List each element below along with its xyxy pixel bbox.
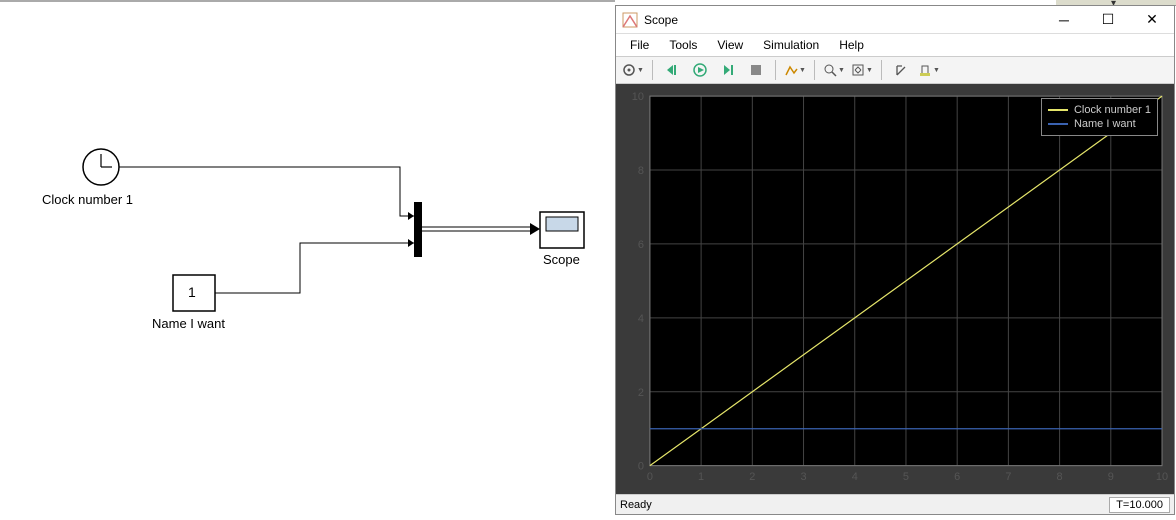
app-icon	[622, 12, 638, 28]
toolbar: ▼ ▼ ▼ ▼ ▼	[616, 56, 1174, 84]
autoscale-icon	[851, 63, 865, 77]
svg-text:6: 6	[954, 471, 960, 483]
legend-row-1: Clock number 1	[1048, 103, 1151, 117]
legend-text-1: Clock number 1	[1074, 104, 1151, 116]
svg-text:2: 2	[638, 387, 644, 399]
stop-icon	[749, 63, 763, 77]
stop-button[interactable]	[743, 59, 769, 81]
menu-tools[interactable]: Tools	[661, 36, 705, 54]
svg-text:6: 6	[638, 239, 644, 251]
svg-text:0: 0	[647, 471, 653, 483]
autoscale-button[interactable]: ▼	[849, 59, 875, 81]
step-back-button[interactable]	[659, 59, 685, 81]
step-fwd-icon	[721, 63, 735, 77]
menu-help[interactable]: Help	[831, 36, 872, 54]
model-diagram	[0, 2, 615, 517]
sim-time: T=10.000	[1109, 497, 1170, 513]
signal-icon	[784, 63, 798, 77]
svg-text:4: 4	[852, 471, 858, 483]
svg-text:5: 5	[903, 471, 909, 483]
legend-swatch-2	[1048, 123, 1068, 125]
run-button[interactable]	[687, 59, 713, 81]
svg-text:4: 4	[638, 313, 644, 325]
chart: 0 1 2 3 4 5 6 7 8 9 10 0 2 4 6 8 10	[622, 90, 1168, 488]
scope-block-label[interactable]: Scope	[543, 252, 580, 267]
menu-view[interactable]: View	[709, 36, 751, 54]
minimize-button[interactable]: ─	[1042, 6, 1086, 34]
measure-button[interactable]	[888, 59, 914, 81]
separator	[652, 60, 653, 80]
clock-block	[83, 149, 119, 185]
separator	[814, 60, 815, 80]
separator	[775, 60, 776, 80]
statusbar: Ready T=10.000	[616, 494, 1174, 514]
gear-icon	[622, 63, 636, 77]
legend-row-2: Name I want	[1048, 117, 1151, 131]
titlebar[interactable]: Scope ─ ☐ ✕	[616, 6, 1174, 34]
svg-text:10: 10	[632, 91, 644, 103]
svg-text:9: 9	[1108, 471, 1114, 483]
constant-value[interactable]: 1	[188, 284, 196, 300]
window-title: Scope	[644, 13, 1042, 27]
mux-block	[414, 202, 422, 257]
status-text: Ready	[620, 499, 1109, 511]
svg-text:7: 7	[1005, 471, 1011, 483]
highlight-button[interactable]: ▼	[782, 59, 808, 81]
svg-text:2: 2	[749, 471, 755, 483]
clock-label[interactable]: Clock number 1	[42, 192, 133, 207]
separator	[881, 60, 882, 80]
close-button[interactable]: ✕	[1130, 6, 1174, 34]
svg-text:3: 3	[800, 471, 806, 483]
triggers-button[interactable]: ▼	[916, 59, 942, 81]
simulink-canvas[interactable]: Clock number 1 1 Name I want Scope	[0, 0, 615, 515]
scope-window: Scope ─ ☐ ✕ File Tools View Simulation H…	[615, 5, 1175, 515]
legend-swatch-1	[1048, 109, 1068, 111]
scope-block	[540, 212, 584, 248]
step-back-icon	[665, 63, 679, 77]
plot-area[interactable]: 0 1 2 3 4 5 6 7 8 9 10 0 2 4 6 8 10 Clock number 1 Name …	[616, 84, 1174, 494]
menu-simulation[interactable]: Simulation	[755, 36, 827, 54]
settings-button[interactable]: ▼	[620, 59, 646, 81]
step-fwd-button[interactable]	[715, 59, 741, 81]
maximize-button[interactable]: ☐	[1086, 6, 1130, 34]
play-icon	[693, 63, 707, 77]
marker-icon	[918, 63, 932, 77]
menubar: File Tools View Simulation Help	[616, 34, 1174, 56]
zoom-button[interactable]: ▼	[821, 59, 847, 81]
svg-text:10: 10	[1156, 471, 1168, 483]
legend[interactable]: Clock number 1 Name I want	[1041, 98, 1158, 136]
svg-text:8: 8	[1057, 471, 1063, 483]
cursor-icon	[894, 63, 908, 77]
constant-label[interactable]: Name I want	[152, 316, 225, 331]
zoom-icon	[823, 63, 837, 77]
legend-text-2: Name I want	[1074, 118, 1136, 130]
svg-text:8: 8	[638, 165, 644, 177]
menu-file[interactable]: File	[622, 36, 657, 54]
svg-text:1: 1	[698, 471, 704, 483]
svg-text:0: 0	[638, 461, 644, 473]
